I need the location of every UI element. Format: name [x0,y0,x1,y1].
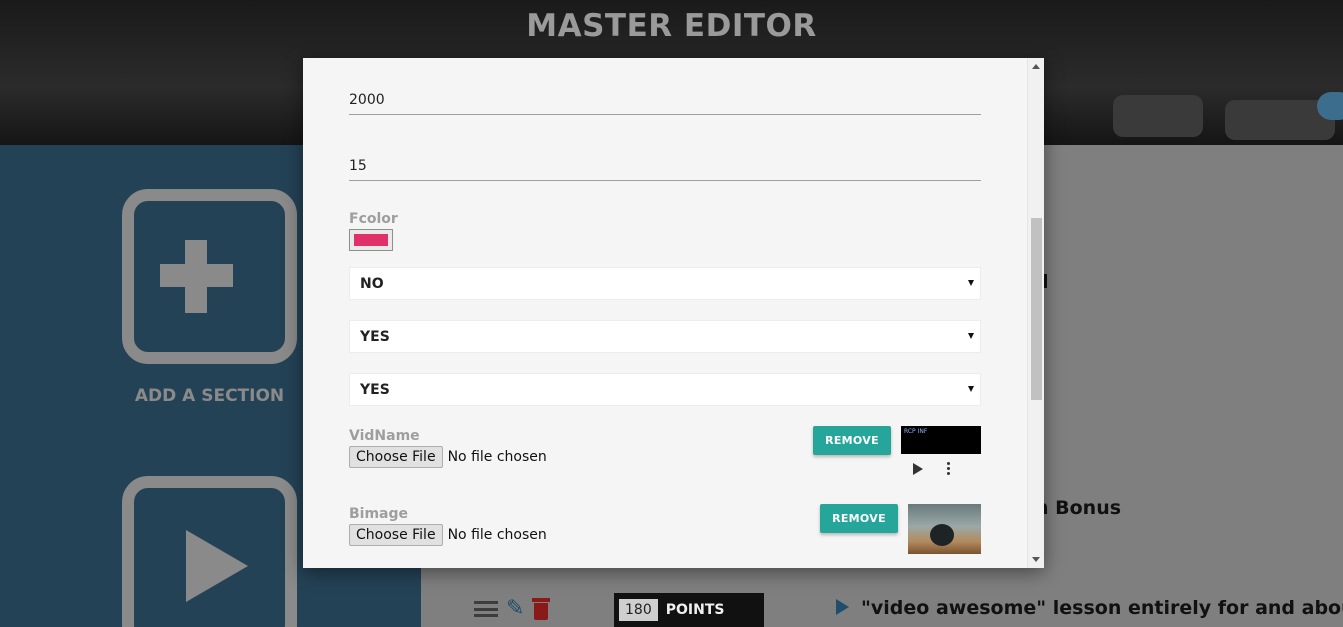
fcolor-swatch [354,234,388,246]
select-3-value: YES [360,381,390,398]
select-3[interactable]: YES [349,373,981,406]
vidname-choose-file-button[interactable]: Choose File [349,446,443,468]
bimage-label: Bimage [349,506,409,522]
select-1-value: NO [360,275,384,292]
image-subject [930,524,954,546]
vidname-file-status: No file chosen [447,449,547,465]
add-section-label[interactable]: ADD A SECTION [122,386,297,406]
scroll-down-arrow-icon[interactable] [1032,557,1040,562]
page-title: MASTER EDITOR [526,8,817,44]
select-2[interactable]: YES [349,320,981,353]
select-1[interactable]: NO [349,267,981,300]
vidname-file-input: Choose File No file chosen [349,446,547,468]
bimage-choose-file-button[interactable]: Choose File [349,524,443,546]
fcolor-label: Fcolor [349,211,398,227]
plus-icon-bar [160,264,233,287]
dropdown-arrow-icon [968,386,974,392]
drag-handle-icon[interactable] [474,601,498,617]
bimage-remove-button[interactable]: REMOVE [820,504,898,533]
number-field-2[interactable] [349,151,981,181]
dropdown-arrow-icon [968,280,974,286]
edit-modal: Fcolor NO YES YES VidName Choose File No… [303,58,1044,568]
dropdown-arrow-icon [968,333,974,339]
lesson-title[interactable]: "video awesome" lesson entirely for and … [861,597,1343,619]
add-video-button[interactable] [122,476,297,627]
bimage-file-input: Choose File No file chosen [349,524,547,546]
points-label: POINTS [665,602,725,618]
vidname-label: VidName [349,428,420,444]
video-play-icon[interactable] [913,463,923,475]
play-icon [186,530,248,602]
lesson-row-actions: ✎ [474,598,551,620]
points-badge: 180 POINTS [614,593,764,627]
modal-scrollbar[interactable] [1027,58,1044,568]
add-section-button[interactable] [122,189,297,364]
scroll-thumb[interactable] [1031,218,1042,400]
scroll-up-arrow-icon[interactable] [1032,64,1040,69]
lesson-play-icon[interactable] [836,599,849,615]
section-title-partial: n Bonus [1035,497,1122,519]
video-more-icon[interactable] [947,462,950,476]
fcolor-picker[interactable] [349,229,393,251]
vidname-remove-button[interactable]: REMOVE [813,426,891,455]
bimage-file-status: No file chosen [447,527,547,543]
bimage-preview [908,504,981,554]
video-logo: RCP INF [904,428,928,435]
select-2-value: YES [360,328,390,345]
video-preview[interactable]: RCP INF [901,426,981,454]
number-field-1[interactable] [349,85,981,115]
edit-icon[interactable]: ✎ [506,598,524,620]
banner-decor [1113,95,1203,137]
points-value: 180 [619,599,658,621]
delete-icon[interactable] [532,598,551,620]
header-toggle-button[interactable] [1317,92,1343,120]
